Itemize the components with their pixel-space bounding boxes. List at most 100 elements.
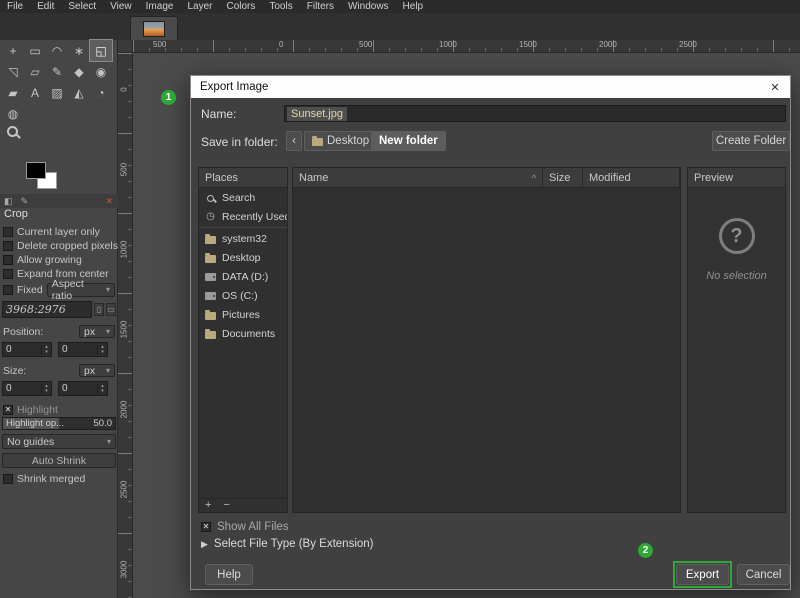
file-type-expander-row[interactable]: ▶ Select File Type (By Extension) — [201, 538, 374, 550]
gradient-tool-icon[interactable]: ▨ — [46, 82, 68, 103]
place-label: system32 — [222, 233, 267, 245]
menu-select[interactable]: Select — [61, 1, 103, 12]
position-x-spinner[interactable]: 0 ▴▾ — [2, 342, 52, 357]
fixed-checkbox[interactable] — [3, 285, 13, 295]
breadcrumb-desktop-button[interactable]: Desktop — [304, 131, 377, 151]
show-all-files-checkbox[interactable]: ✕ — [201, 522, 211, 532]
menu-file[interactable]: File — [0, 1, 30, 12]
aspect-ratio-entry[interactable]: 3968:2976 — [2, 301, 92, 318]
text-tool-icon[interactable]: A — [24, 82, 46, 103]
place-item-os-drive[interactable]: OS (C:) — [199, 286, 287, 305]
close-icon[interactable]: ✕ — [760, 81, 790, 94]
zoom-tool-icon[interactable] — [7, 126, 23, 142]
vertical-ruler: 0 500 1000 1500 2000 2500 3000 — [118, 53, 133, 598]
place-item-documents[interactable]: Documents — [199, 324, 287, 343]
guides-dropdown[interactable]: No guides ▾ — [2, 434, 116, 449]
pencil-tool-icon[interactable]: ✎ — [46, 61, 68, 82]
place-item-desktop[interactable]: Desktop — [199, 248, 287, 267]
image-tab-strip — [0, 13, 800, 40]
current-layer-only-checkbox[interactable] — [3, 227, 13, 237]
tool-options-tab-icon[interactable]: ◧ — [0, 196, 17, 207]
dodge-tool-icon[interactable]: ◔ — [90, 82, 112, 103]
show-all-files-label: Show All Files — [217, 521, 289, 533]
place-label: OS (C:) — [222, 290, 258, 302]
move-tool-icon[interactable]: + — [2, 40, 24, 61]
portrait-icon[interactable]: ▯ — [94, 303, 104, 316]
image-tab-sunset[interactable] — [130, 16, 178, 40]
fuzzy-select-tool-icon[interactable]: ∗ — [68, 40, 90, 61]
preview-panel: Preview ? No selection — [687, 167, 786, 513]
modified-column-header[interactable]: Modified — [583, 168, 680, 187]
allow-growing-row: Allow growing — [3, 253, 82, 266]
highlight-opacity-slider[interactable]: Highlight op... 50.0 — [2, 417, 116, 430]
fixed-aspect-row: Fixed Aspect ratio ▾ — [3, 283, 115, 296]
preview-header-label: Preview — [694, 172, 733, 184]
size-width-spinner[interactable]: 0 ▴▾ — [2, 381, 52, 396]
spinner-arrows-icon[interactable]: ▴▾ — [97, 345, 107, 355]
spinner-arrows-icon[interactable]: ▴▾ — [41, 345, 51, 355]
allow-growing-checkbox[interactable] — [3, 255, 13, 265]
export-button[interactable]: Export — [676, 564, 729, 585]
menu-filters[interactable]: Filters — [300, 1, 341, 12]
shrink-merged-checkbox[interactable] — [3, 474, 13, 484]
sunset-thumbnail — [143, 21, 165, 37]
file-list-panel[interactable]: Name ^ Size Modified — [292, 167, 681, 513]
place-item-data-drive[interactable]: DATA (D:) — [199, 267, 287, 286]
menu-view[interactable]: View — [103, 1, 139, 12]
menu-tools[interactable]: Tools — [262, 1, 299, 12]
size-height-spinner[interactable]: 0 ▴▾ — [58, 381, 108, 396]
menu-help[interactable]: Help — [396, 1, 431, 12]
cancel-button[interactable]: Cancel — [737, 564, 790, 585]
dock-close-icon[interactable]: ✕ — [100, 196, 118, 207]
add-place-button[interactable]: + — [199, 500, 217, 511]
crop-tool-icon[interactable]: ◱ — [90, 40, 112, 61]
menu-colors[interactable]: Colors — [219, 1, 262, 12]
name-column-header[interactable]: Name ^ — [293, 168, 543, 187]
expand-from-center-checkbox[interactable] — [3, 269, 13, 279]
brushes-tab-icon[interactable]: ✎ — [17, 196, 33, 207]
fixed-mode-dropdown[interactable]: Aspect ratio ▾ — [47, 283, 115, 297]
delete-cropped-pixels-checkbox[interactable] — [3, 241, 13, 251]
rectangle-select-tool-icon[interactable]: ▭ — [24, 40, 46, 61]
name-column-label: Name — [299, 172, 328, 184]
place-item-recently-used[interactable]: ◷ Recently Used — [199, 207, 287, 226]
paintbrush-tool-icon[interactable]: ◆ — [68, 61, 90, 82]
auto-shrink-button[interactable]: Auto Shrink — [2, 453, 116, 468]
measure-tool-icon[interactable]: ◍ — [2, 103, 24, 124]
create-folder-button[interactable]: Create Folder — [712, 131, 790, 151]
filename-input[interactable]: Sunset.jpg — [284, 105, 786, 122]
size-unit-dropdown[interactable]: px ▾ — [79, 364, 115, 377]
clone-tool-icon[interactable]: ◉ — [90, 61, 112, 82]
foreground-color-swatch[interactable] — [26, 162, 46, 179]
dialog-title-bar[interactable]: Export Image ✕ — [191, 76, 790, 98]
smudge-tool-icon[interactable]: ◭ — [68, 82, 90, 103]
place-item-pictures[interactable]: Pictures — [199, 305, 287, 324]
help-button[interactable]: Help — [205, 564, 253, 585]
breadcrumb-back-button[interactable]: ‹ — [286, 131, 302, 151]
eraser-tool-icon[interactable]: ▰ — [2, 82, 24, 103]
perspective-tool-icon[interactable]: ▱ — [24, 61, 46, 82]
position-y-spinner[interactable]: 0 ▴▾ — [58, 342, 108, 357]
allow-growing-label: Allow growing — [17, 254, 82, 266]
place-item-search[interactable]: Search — [199, 188, 287, 207]
free-select-tool-icon[interactable]: ◠ — [46, 40, 68, 61]
h-ruler-label: 1000 — [439, 40, 457, 49]
breadcrumb-new-folder-button[interactable]: New folder — [371, 131, 446, 151]
v-ruler-label: 2000 — [120, 395, 129, 425]
menu-windows[interactable]: Windows — [341, 1, 396, 12]
spinner-arrows-icon[interactable]: ▴▾ — [97, 384, 107, 394]
menu-image[interactable]: Image — [139, 1, 181, 12]
auto-shrink-label: Auto Shrink — [32, 455, 86, 467]
position-unit-dropdown[interactable]: px ▾ — [79, 325, 115, 338]
size-column-header[interactable]: Size — [543, 168, 583, 187]
landscape-icon[interactable]: ▭ — [106, 303, 116, 316]
place-label: DATA (D:) — [222, 271, 268, 283]
remove-place-button[interactable]: − — [217, 500, 235, 511]
menu-edit[interactable]: Edit — [30, 1, 61, 12]
place-item-system32[interactable]: system32 — [199, 229, 287, 248]
spinner-arrows-icon[interactable]: ▴▾ — [41, 384, 51, 394]
menu-layer[interactable]: Layer — [180, 1, 219, 12]
highlight-checkbox[interactable]: ✕ — [3, 405, 13, 415]
transform-tool-icon[interactable]: ◹ — [2, 61, 24, 82]
shrink-merged-label: Shrink merged — [17, 473, 85, 485]
